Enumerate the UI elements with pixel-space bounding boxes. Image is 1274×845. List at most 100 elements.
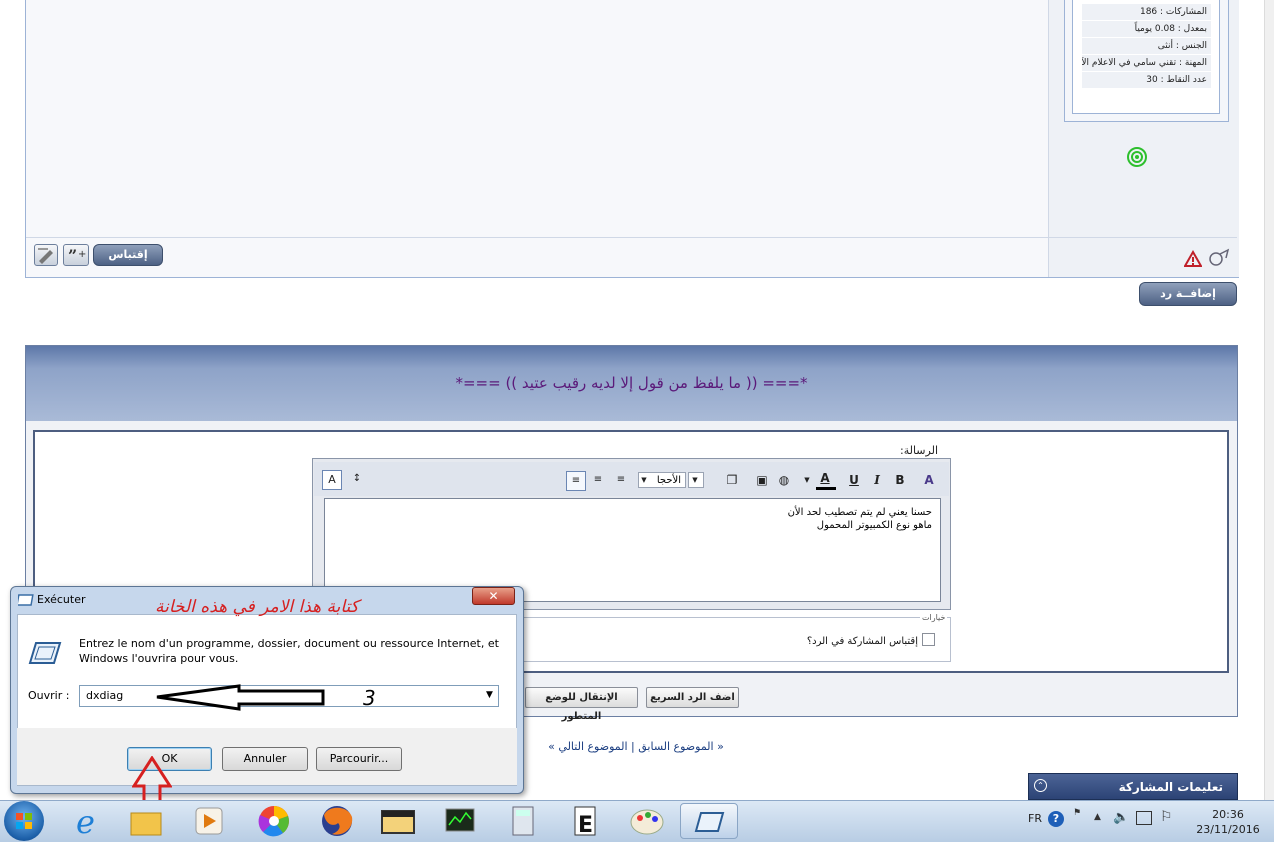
annotation-arrow-left-icon (156, 684, 325, 711)
posting-rules-header[interactable]: تعليمات المشاركة (1028, 773, 1238, 800)
run-description: Entrez le nom d'un programme, dossier, d… (79, 637, 499, 665)
open-label: Ouvrir : (28, 689, 70, 702)
quick-reply-button-label: اضف الرد السريع (650, 692, 735, 703)
show-hidden-icons-icon[interactable]: ▲ (1094, 812, 1101, 822)
quote-button[interactable]: إقتباس (93, 244, 163, 266)
firefox-icon (322, 806, 353, 836)
windows-logo-icon (16, 813, 32, 829)
tray-flag-icon[interactable]: ⚑ (1073, 808, 1081, 818)
message-line-1: حسنا يعني لم يتم تصطيب لحد الأن (787, 507, 932, 518)
browse-button-label: Parcourir... (329, 752, 389, 765)
run-dialog-title: Exécuter (37, 593, 86, 606)
advanced-mode-button[interactable]: الإنتقال للوضع المتطور (525, 687, 638, 722)
user-job: المهنة : تقني سامي في الاعلام الآلي (1082, 55, 1211, 71)
clock-time: 20:36 (1212, 808, 1244, 821)
clock-date: 23/11/2016 (1196, 823, 1260, 836)
reputation-icon[interactable] (1207, 248, 1231, 270)
photo-app-icon (381, 810, 415, 834)
page-scrollbar[interactable] (1264, 0, 1274, 800)
quote-post-checkbox[interactable] (922, 633, 935, 646)
annotation-instruction: كتابة هذا الامر في هذه الخانة (155, 597, 359, 617)
collapse-icon[interactable]: ⌃ (1034, 779, 1047, 792)
taskbar-paint[interactable] (618, 803, 676, 839)
insert-image-icon[interactable]: ▣ (753, 471, 771, 489)
insert-link-icon[interactable]: ◍ (775, 471, 793, 489)
internet-explorer-icon: e (76, 803, 95, 841)
volume-icon[interactable]: 🔈 (1113, 810, 1129, 825)
cancel-button[interactable]: Annuler (222, 747, 308, 771)
taskbar-run-dialog[interactable] (680, 803, 738, 839)
next-thread-link[interactable]: الموضوع التالي » (548, 740, 627, 753)
message-text: حسنا يعني لم يتم تصطيب لحد الأن ماهو نوع… (600, 506, 932, 532)
svg-text:”: ” (68, 246, 77, 265)
edit-post-button[interactable] (34, 244, 58, 266)
run-program-icon (28, 642, 62, 664)
options-legend: خيارات (920, 613, 948, 622)
multi-quote-button[interactable]: ” + (63, 244, 89, 266)
switch-editor-mode-icon[interactable]: A (322, 470, 342, 490)
font-dropdown-icon[interactable]: ▼ (688, 471, 702, 489)
annotation-step-3: 3 (363, 686, 376, 710)
message-line-2: ماهو نوع الكمبيوتر المحمول (816, 520, 932, 531)
quote-tag-icon[interactable]: ❐ (723, 471, 741, 489)
multi-quote-icon: ” + (68, 246, 86, 265)
picasa-icon (258, 806, 289, 837)
run-program-icon (694, 812, 725, 832)
edit-icon (38, 248, 53, 264)
taskbar-picasa[interactable] (245, 803, 303, 839)
user-points: عدد النقاط : 30 (1082, 72, 1211, 88)
align-right-icon[interactable]: ≡ (612, 471, 630, 489)
open-input-value: dxdiag (86, 689, 124, 702)
taskbar-photo-app[interactable] (369, 803, 427, 839)
taskbar-e-app[interactable]: E (556, 803, 614, 839)
add-reply-button[interactable]: إضافــة رد (1139, 282, 1237, 306)
posting-rules-title: تعليمات المشاركة (1118, 780, 1223, 794)
language-indicator[interactable]: FR (1028, 812, 1042, 825)
align-left-icon[interactable]: ≡ (566, 471, 586, 491)
taskbar-task-manager[interactable] (431, 803, 489, 839)
align-center-icon[interactable]: ≡ (589, 471, 607, 489)
media-player-icon (195, 807, 223, 835)
svg-text:e: e (76, 803, 95, 839)
advanced-mode-button-label: الإنتقال للوضع المتطور (545, 692, 618, 722)
close-button[interactable]: ✕ (472, 587, 515, 605)
post-divider (26, 237, 1237, 238)
browse-button[interactable]: Parcourir... (316, 747, 402, 771)
font-color-icon[interactable]: A (816, 469, 834, 487)
italic-icon[interactable]: I (868, 471, 886, 489)
help-icon[interactable]: ? (1048, 811, 1064, 827)
report-post-icon[interactable] (1184, 250, 1202, 268)
task-manager-icon (445, 808, 475, 832)
user-posts: المشاركات : 186 (1082, 4, 1211, 20)
start-button[interactable] (4, 801, 44, 841)
folder-icon (130, 812, 162, 836)
taskbar-ie[interactable]: e (62, 803, 120, 841)
taskbar-explorer[interactable] (117, 803, 175, 839)
underline-icon[interactable]: U (845, 471, 863, 489)
network-icon[interactable] (1136, 811, 1152, 825)
bold-icon[interactable]: B (891, 471, 909, 489)
run-title-icon (18, 594, 34, 606)
prev-thread-link[interactable]: « الموضوع السابق (638, 740, 724, 753)
taskbar-firefox[interactable] (308, 803, 366, 839)
online-status-icon (1127, 147, 1147, 167)
quote-button-label: إقتباس (108, 248, 148, 261)
taskbar-media-player[interactable] (180, 803, 238, 839)
clock[interactable]: 20:36 23/11/2016 (1190, 807, 1266, 837)
font-size-select-value: الأحجا (656, 475, 681, 486)
color-dropdown-icon[interactable]: ▼ (802, 471, 812, 489)
reply-title: *=== (( ما يلفظ من قول إلا لديه رقيب عتي… (455, 374, 808, 392)
action-center-flag-icon[interactable]: ⚐ (1160, 809, 1173, 825)
e-app-icon: E (574, 806, 596, 838)
font-size-dropdown-icon[interactable]: ▼ (638, 471, 650, 489)
thread-navigation: « الموضوع السابق | الموضوع التالي » (536, 740, 736, 753)
add-reply-label: إضافــة رد (1160, 287, 1216, 300)
calculator-icon (512, 806, 534, 836)
quick-reply-button[interactable]: اضف الرد السريع (646, 687, 739, 708)
quote-post-checkbox-label: إقتباس المشاركة في الرد؟ (806, 636, 918, 647)
taskbar-calculator[interactable] (494, 803, 552, 839)
remove-format-icon[interactable]: A (920, 471, 938, 489)
resize-editor-icon[interactable]: ↕ (348, 470, 366, 488)
font-color-bar (816, 487, 836, 490)
chevron-down-icon[interactable]: ▼ (486, 690, 493, 700)
